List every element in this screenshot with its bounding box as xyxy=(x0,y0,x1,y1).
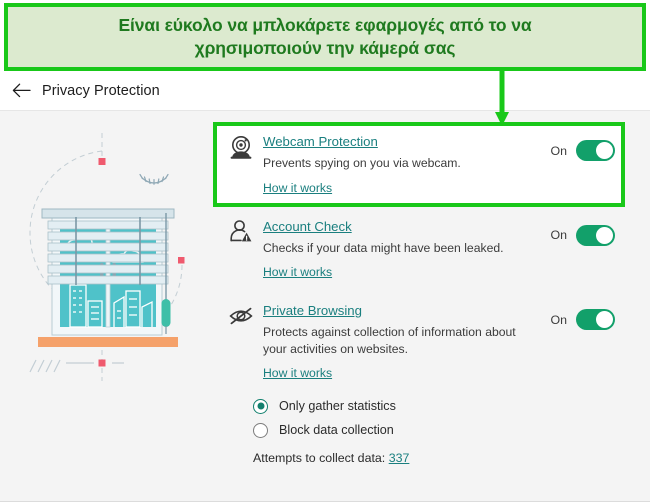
back-button[interactable] xyxy=(6,76,36,106)
feature-row-private-browsing[interactable]: Private Browsing Protects against collec… xyxy=(213,291,625,392)
toggle-knob xyxy=(596,142,613,159)
feature-description: Checks if your data might have been leak… xyxy=(263,240,504,255)
feature-title-link[interactable]: Private Browsing xyxy=(263,303,362,320)
window-blinds-illustration xyxy=(14,129,204,389)
account-check-toggle[interactable] xyxy=(576,224,615,246)
feature-toggle-group: On xyxy=(537,133,615,161)
feature-toggle-group: On xyxy=(537,302,615,331)
private-browsing-toggle[interactable] xyxy=(576,309,615,331)
radio-indicator[interactable] xyxy=(253,422,268,438)
toggle-state-label: On xyxy=(550,143,567,158)
how-it-works-link[interactable]: How it works xyxy=(263,265,332,279)
attempts-to-collect-data: Attempts to collect data: 337 xyxy=(253,451,593,465)
app-header: Privacy Protection xyxy=(0,71,650,111)
data-collection-options: Only gather statistics Block data collec… xyxy=(253,394,593,465)
feature-body: Webcam Protection Prevents spying on you… xyxy=(259,133,537,197)
arrow-left-icon xyxy=(12,83,31,98)
radio-option-only-gather-statistics[interactable]: Only gather statistics xyxy=(253,394,593,418)
feature-row-webcam-protection[interactable]: Webcam Protection Prevents spying on you… xyxy=(213,122,625,207)
webcam-protection-toggle[interactable] xyxy=(576,140,615,161)
radio-label: Block data collection xyxy=(279,423,394,437)
feature-description: Protects against collection of informati… xyxy=(263,325,516,356)
eye-slash-icon xyxy=(223,302,259,329)
radio-indicator[interactable] xyxy=(253,398,268,414)
feature-body: Account Check Checks if your data might … xyxy=(259,218,537,282)
annotation-banner: Είναι εύκολο να μπλοκάρετε εφαρμογές από… xyxy=(4,3,646,71)
webcam-icon xyxy=(223,133,259,160)
radio-label: Only gather statistics xyxy=(279,399,396,413)
attempts-label: Attempts to collect data: xyxy=(253,451,386,465)
toggle-knob xyxy=(596,226,613,244)
toggle-state-label: On xyxy=(550,228,567,243)
page-title: Privacy Protection xyxy=(42,82,160,99)
feature-body: Private Browsing Protects against collec… xyxy=(259,302,537,382)
toggle-state-label: On xyxy=(550,312,567,327)
how-it-works-link[interactable]: How it works xyxy=(263,366,332,380)
feature-toggle-group: On xyxy=(537,218,615,246)
privacy-protection-screen: Privacy Protection Webcam Protection Pre… xyxy=(0,0,650,502)
feature-list: Webcam Protection Prevents spying on you… xyxy=(213,122,625,392)
content-area: Webcam Protection Prevents spying on you… xyxy=(0,111,650,502)
radio-option-block-data-collection[interactable]: Block data collection xyxy=(253,418,593,442)
how-it-works-link[interactable]: How it works xyxy=(263,181,332,195)
annotation-arrow xyxy=(494,68,510,128)
annotation-banner-text: Είναι εύκολο να μπλοκάρετε εφαρμογές από… xyxy=(118,14,532,58)
feature-title-link[interactable]: Account Check xyxy=(263,219,352,236)
feature-row-account-check[interactable]: Account Check Checks if your data might … xyxy=(213,207,625,292)
feature-description: Prevents spying on you via webcam. xyxy=(263,156,461,170)
feature-title-link[interactable]: Webcam Protection xyxy=(263,134,378,151)
attempts-count-link[interactable]: 337 xyxy=(389,451,410,465)
user-warning-icon xyxy=(223,218,259,245)
toggle-knob xyxy=(596,311,613,329)
